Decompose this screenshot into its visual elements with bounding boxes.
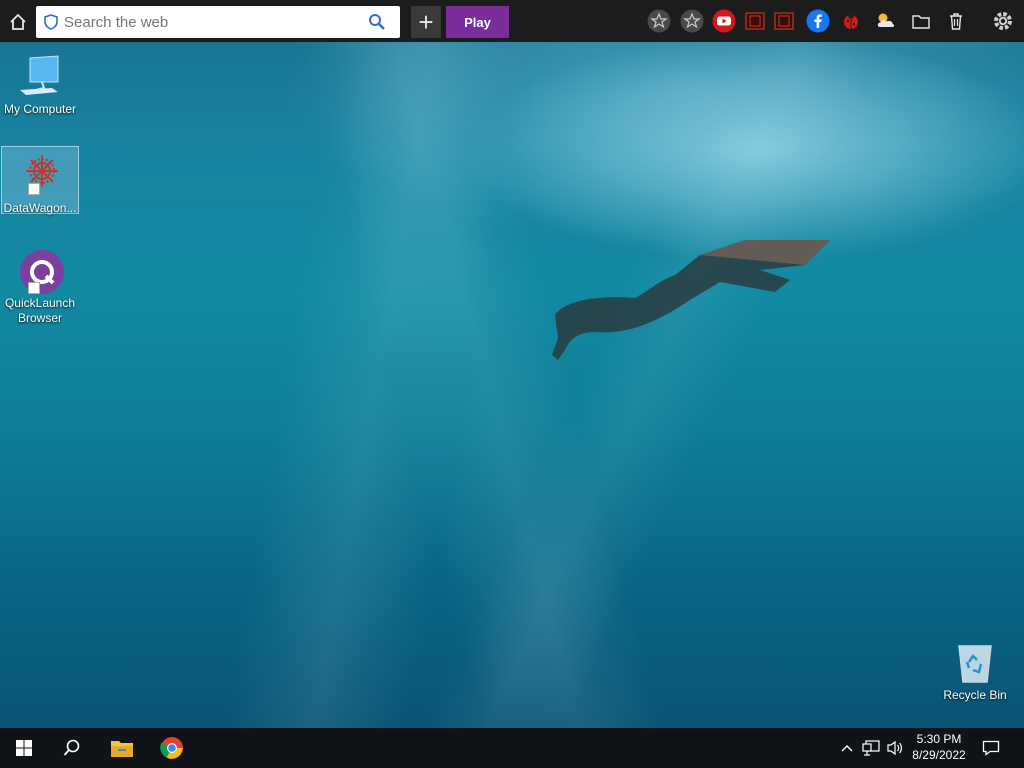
clock[interactable]: 5:30 PM 8/29/2022 [908,732,970,762]
desktop-icon-label: Recycle Bin [943,688,1007,702]
plus-icon: + [418,7,434,37]
home-button[interactable] [5,9,31,35]
shortcut-arrow-icon [28,183,40,195]
web-search-box[interactable] [36,6,400,38]
chrome-button[interactable] [148,728,196,768]
folder-button[interactable] [909,9,933,33]
show-hidden-icons-button[interactable] [835,728,859,768]
search-input[interactable] [64,13,364,31]
weather-icon [877,13,895,27]
desktop-icon-recycle-bin[interactable]: Recycle Bin [936,634,1014,704]
folder-icon [912,15,930,29]
youtube-icon [712,9,736,33]
action-center-button[interactable] [974,728,1008,768]
recycle-bin-icon [951,638,999,686]
datawagon-icon [16,151,64,199]
speaker-icon [887,740,902,756]
youtube-button[interactable] [712,9,736,33]
desktop-icon-quicklaunch-browser[interactable]: QuickLaunch Browser [1,242,79,328]
star-icon [647,9,671,33]
chrome-icon [160,737,183,759]
file-explorer-button[interactable] [98,728,146,768]
app-icon [745,12,765,30]
desktop-icon-datawagon[interactable]: DataWagon... [1,146,79,215]
taskbar-search-button[interactable] [48,728,96,768]
app-button-1[interactable] [743,9,767,33]
start-button[interactable] [0,728,48,768]
favorite-star-button-2[interactable] [680,9,704,33]
facebook-icon [806,9,830,33]
desktop-icon-label-line2: Browser [17,311,62,325]
ladybug-icon [844,12,858,29]
star-icon [680,9,704,33]
clock-time: 5:30 PM [916,732,962,746]
desktop-icon-label: My Computer [3,102,77,116]
chevron-up-icon [841,745,853,752]
delete-button[interactable] [944,9,968,33]
folder-icon [111,741,133,757]
quicklaunch-icon [16,246,64,294]
top-toolbar: + Play [0,0,1024,42]
shield-icon [44,14,60,30]
volume-button[interactable] [883,728,907,768]
weather-button[interactable] [874,9,898,33]
play-button[interactable]: Play [446,6,509,38]
gear-icon [994,12,1012,30]
ladybug-button[interactable] [839,9,863,33]
search-icon[interactable] [368,13,386,31]
network-icon [862,740,880,756]
notification-icon [982,740,1000,756]
network-button[interactable] [859,728,883,768]
home-icon [10,13,26,30]
settings-button[interactable] [991,9,1015,33]
add-tab-button[interactable]: + [411,6,441,38]
computer-icon [16,52,64,100]
app-button-2[interactable] [772,9,796,33]
desktop-icon-my-computer[interactable]: My Computer [1,48,79,118]
desktop-icon-label-line1: QuickLaunch [4,296,76,310]
app-icon [774,12,794,30]
search-icon [63,739,80,756]
clock-date: 8/29/2022 [912,748,966,762]
trash-icon [950,13,962,30]
favorite-star-button-1[interactable] [647,9,671,33]
diver-image [552,240,830,360]
taskbar: 5:30 PM 8/29/2022 [0,728,1024,768]
windows-icon [16,740,32,756]
desktop-icon-label: DataWagon... [3,201,77,215]
shortcut-arrow-icon [28,282,40,294]
light-rays [0,40,1024,730]
facebook-button[interactable] [806,9,830,33]
